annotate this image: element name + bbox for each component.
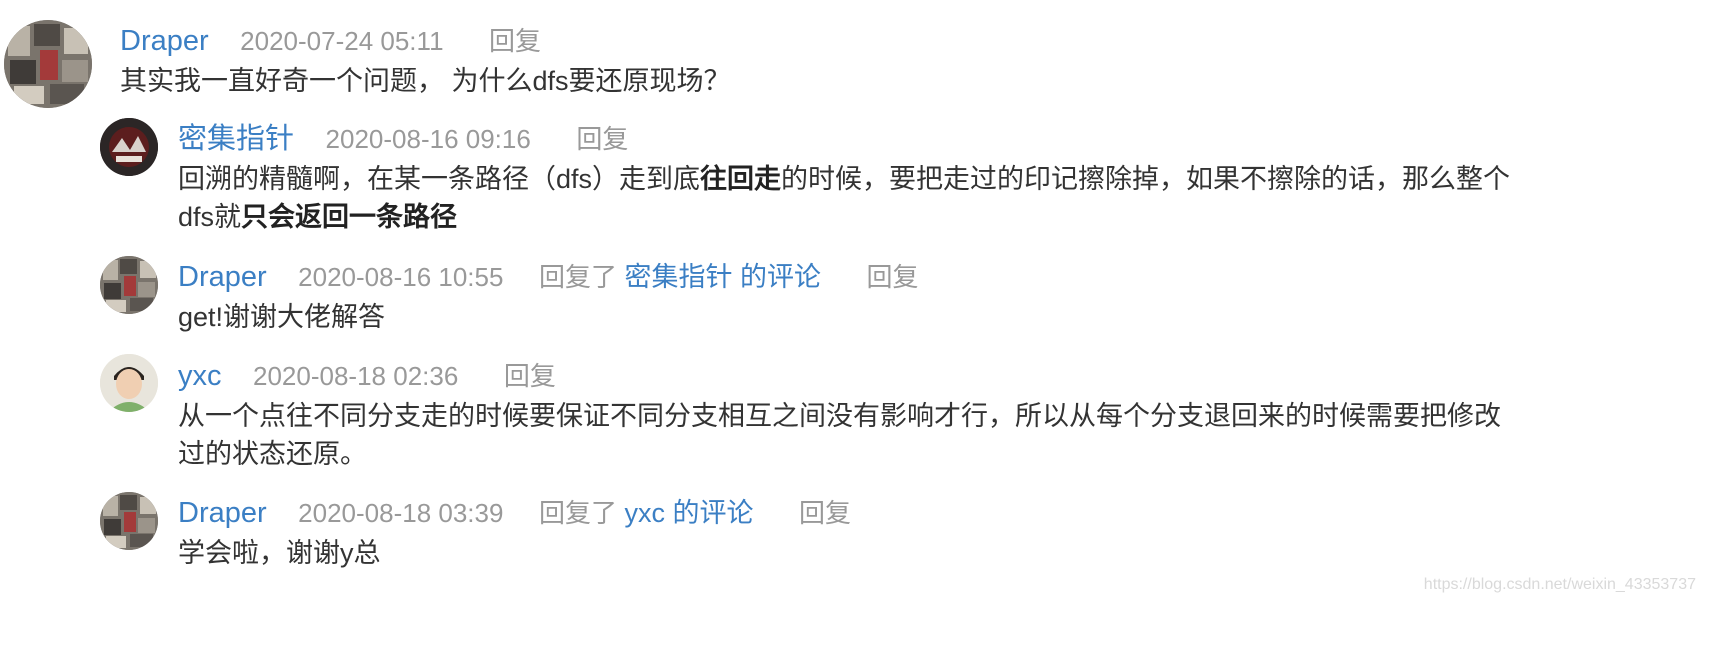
comment-timestamp: 2020-07-24 05:11 xyxy=(240,26,444,56)
comment-text: 学会啦，谢谢y总 xyxy=(178,538,381,568)
collage-avatar-icon[interactable] xyxy=(4,20,92,108)
reply-button[interactable]: 回复 xyxy=(504,361,556,391)
comment-timestamp: 2020-08-18 02:36 xyxy=(253,361,459,391)
reply-button[interactable]: 回复 xyxy=(799,498,851,528)
reply-target-name[interactable]: 密集指针 xyxy=(625,262,733,292)
comment-text-bold: 往回走 xyxy=(700,164,782,194)
replied-to-label: 回复了 xyxy=(538,498,617,528)
comment-timestamp: 2020-08-16 09:16 xyxy=(325,124,531,154)
author-name[interactable]: yxc xyxy=(178,360,222,392)
comment-timestamp: 2020-08-18 03:39 xyxy=(298,498,504,528)
collage-avatar-icon[interactable] xyxy=(100,492,158,550)
collage-avatar-icon[interactable] xyxy=(100,256,158,314)
comment-meta: Draper 2020-08-16 10:55 回复了 密集指针 的评论 回复 xyxy=(178,260,919,294)
author-name[interactable]: 密集指针 xyxy=(178,123,294,155)
comment-text: 从一个点往不同分支走的时候要保证不同分支相互之间没有影响才行，所以从每个分支退回… xyxy=(178,401,1501,469)
comment-timestamp: 2020-08-16 10:55 xyxy=(298,262,504,292)
replied-to-label: 回复了 xyxy=(538,262,617,292)
comment-meta: Draper 2020-07-24 05:11 回复 xyxy=(120,24,541,58)
portrait-avatar-icon[interactable] xyxy=(100,354,158,412)
reply-button[interactable]: 回复 xyxy=(867,262,919,292)
comment-text-segment: 回溯的精髓啊，在某一条路径（dfs）走到底 xyxy=(178,164,701,194)
comment-meta: Draper 2020-08-18 03:39 回复了 yxc 的评论 回复 xyxy=(178,496,851,530)
reply-target-link[interactable]: yxc 的评论 xyxy=(625,498,754,528)
comment-meta: yxc 2020-08-18 02:36 回复 xyxy=(178,359,556,393)
reply-button[interactable]: 回复 xyxy=(489,26,541,56)
comment-text: 其实我一直好奇一个问题， 为什么dfs要还原现场？ xyxy=(120,66,731,96)
reply-target-suffix[interactable]: 的评论 xyxy=(673,498,754,528)
author-name[interactable]: Draper xyxy=(120,25,209,57)
comment-text-bold: 只会返回一条路径 xyxy=(241,202,458,232)
watermark-text: https://blog.csdn.net/weixin_43353737 xyxy=(1423,576,1696,593)
author-name[interactable]: Draper xyxy=(178,497,267,529)
comment-text: get!谢谢大佬解答 xyxy=(178,302,386,332)
reply-target-link[interactable]: 密集指针 的评论 xyxy=(625,262,822,292)
comment-meta: 密集指针 2020-08-16 09:16 回复 xyxy=(178,122,628,156)
dark-album-avatar-icon[interactable] xyxy=(100,118,158,176)
reply-button[interactable]: 回复 xyxy=(576,124,628,154)
reply-target-name[interactable]: yxc xyxy=(625,498,666,528)
reply-target-suffix[interactable]: 的评论 xyxy=(740,262,821,292)
author-name[interactable]: Draper xyxy=(178,261,267,293)
comment-text: 回溯的精髓啊，在某一条路径（dfs）走到底往回走的时候，要把走过的印记擦除掉，如… xyxy=(178,160,1518,236)
